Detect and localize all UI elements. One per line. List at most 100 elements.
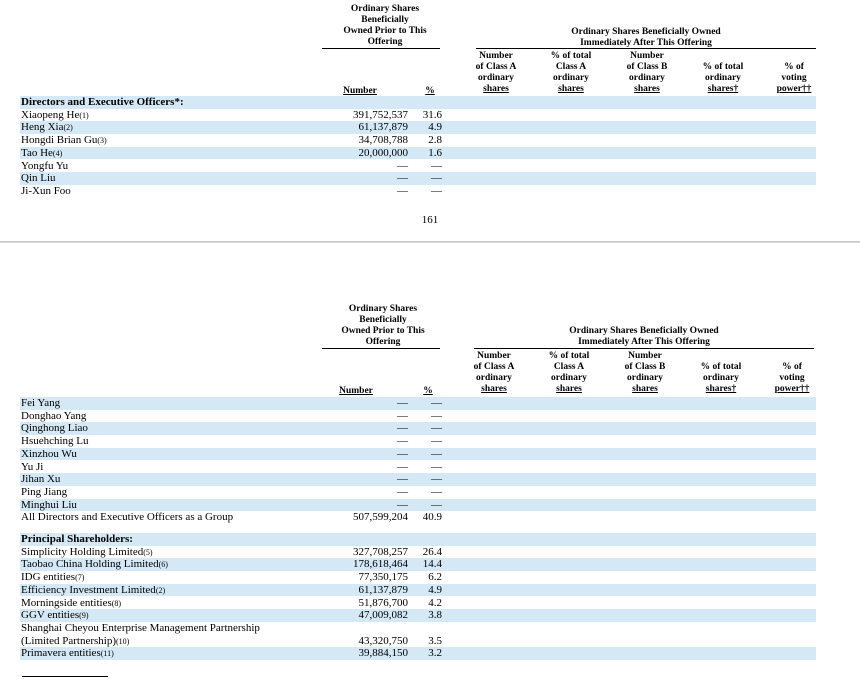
- holder-name: Principal Shareholders:: [21, 533, 133, 546]
- header-line: % of: [782, 362, 802, 372]
- holder-name: Hongdi Brian Gu(3): [21, 134, 107, 148]
- holder-name-text: Yongfu Yu: [21, 159, 69, 172]
- after-offering-header: Ordinary Shares Beneficially Owned Immed…: [476, 27, 816, 49]
- footnote-ref: (4): [52, 148, 63, 158]
- holder-name-text: Tao He: [21, 146, 53, 159]
- col-number-header: Number: [339, 386, 373, 396]
- shares-number: 507,599,204: [353, 511, 408, 524]
- shares-percent: —: [431, 184, 442, 197]
- holder-name-text: Minghui Liu: [21, 498, 77, 511]
- header-line: ordinary: [553, 73, 589, 83]
- shares-number: —: [397, 422, 408, 435]
- table-row: IDG entities(7) 77,350,175 6.2: [20, 571, 816, 584]
- shares-number: —: [397, 172, 408, 185]
- col-voting-header: % of voting power††: [768, 362, 816, 395]
- holder-name-text: Simplicity Holding Limited: [21, 545, 144, 558]
- holder-name: Yongfu Yu: [21, 160, 68, 173]
- holder-name: Fei Yang: [21, 397, 60, 410]
- shares-percent: 26.4: [422, 545, 442, 558]
- table-row: Xinzhou Wu — —: [20, 447, 816, 461]
- header-line: Owned Prior to This: [343, 26, 427, 36]
- header-line: ordinary: [629, 73, 665, 83]
- header-line: Ordinary Shares: [348, 304, 418, 314]
- table-row: Efficiency Investment Limited(2) 61,137,8…: [20, 583, 816, 597]
- table-row: Qinghong Liao — —: [20, 422, 816, 435]
- shares-number: 77,350,175: [358, 571, 409, 584]
- table-row: Heng Xia(2) 61,137,879 4.9: [20, 121, 816, 134]
- footnote-ref: (3): [97, 136, 107, 146]
- header-line: Number: [477, 351, 511, 361]
- header-line: shares: [556, 384, 582, 394]
- header-line: Ordinary Shares Beneficially Owned: [571, 27, 721, 37]
- shares-percent: —: [431, 422, 442, 435]
- header-line: Immediately After This Offering: [578, 337, 710, 347]
- shares-percent: 3.5: [428, 634, 442, 647]
- table-row: (Limited Partnership)(10) 43,320,750 3.5: [20, 635, 816, 648]
- shares-number: 61,137,879: [358, 121, 409, 134]
- holder-name: Jihan Xu: [21, 473, 60, 486]
- shares-percent: 14.4: [422, 558, 442, 571]
- section-header-row: Directors and Executive Officers*:: [20, 96, 816, 109]
- header-line: % of total: [548, 351, 590, 361]
- shares-number: 47,009,082: [358, 609, 409, 622]
- holder-name: Primavera entities(11): [21, 647, 114, 661]
- col-num-class-a-header: Number of Class A ordinary shares: [466, 351, 522, 395]
- table-row: Hsuehching Lu — —: [20, 435, 816, 448]
- shares-percent: —: [431, 498, 442, 511]
- header-line: voting: [781, 73, 807, 83]
- shares-number: 61,137,879: [358, 583, 409, 596]
- shares-percent: 1.6: [428, 146, 442, 159]
- holder-name-text: Jihan Xu: [21, 473, 61, 486]
- shares-percent: —: [431, 409, 442, 422]
- holder-name-text: Qin Liu: [21, 172, 56, 185]
- header-line: Ordinary Shares: [350, 4, 420, 14]
- holder-name: Hsuehching Lu: [21, 435, 89, 448]
- prior-offering-header: Ordinary Shares Beneficially Owned Prior…: [330, 4, 440, 48]
- footnote-ref: (6): [158, 560, 168, 570]
- table-row: Primavera entities(11) 39,884,150 3.2: [20, 647, 816, 660]
- shares-percent: —: [431, 172, 442, 185]
- holder-name-text: Principal Shareholders:: [21, 533, 133, 545]
- header-line: of Class A: [473, 362, 515, 372]
- header-line: Beneficially: [361, 15, 409, 25]
- shares-number: —: [397, 460, 408, 473]
- shares-percent: 40.9: [422, 511, 442, 524]
- footnote-ref: (2): [63, 123, 73, 133]
- shares-percent: —: [431, 473, 442, 486]
- shares-number: 391,752,537: [353, 108, 408, 121]
- col-voting-header: % of voting power††: [770, 62, 818, 95]
- holder-name-text: (Limited Partnership): [21, 634, 117, 647]
- holder-name: Xiaopeng He(1): [21, 109, 89, 123]
- shares-percent: —: [431, 460, 442, 473]
- shares-number: 20,000,000: [358, 146, 409, 159]
- header-line: ordinary: [703, 373, 739, 383]
- holder-name: Minghui Liu: [21, 499, 77, 512]
- holder-name-text: Yu Ji: [21, 460, 44, 473]
- header-line: % of total: [550, 51, 592, 61]
- table-row: Xiaopeng He(1) 391,752,537 31.6: [20, 109, 816, 122]
- holder-name-text: Efficiency Investment Limited: [21, 583, 156, 596]
- holder-name-text: Xinzhou Wu: [21, 447, 77, 460]
- shares-number: —: [397, 447, 408, 460]
- table-row: Jihan Xu — —: [20, 473, 816, 486]
- table-row: Fei Yang — —: [20, 397, 816, 410]
- holder-name: Ji-Xun Foo: [21, 185, 71, 198]
- header-line: power††: [774, 384, 810, 394]
- header-rule: [474, 348, 814, 349]
- header-line: ordinary: [627, 373, 663, 383]
- shares-percent: —: [431, 435, 442, 448]
- holder-name: Taobao China Holding Limited(6): [21, 558, 168, 572]
- header-line: Beneficially: [359, 315, 407, 325]
- holder-name-text: IDG entities: [21, 571, 76, 584]
- shares-percent: 6.2: [428, 571, 442, 584]
- holder-name-text: Hsuehching Lu: [21, 435, 89, 448]
- holder-name-text: Directors and Executive Officers*:: [21, 96, 184, 108]
- header-line: % of total: [702, 62, 744, 72]
- holder-name-text: Ping Jiang: [21, 485, 68, 498]
- col-num-class-b-header: Number of Class B ordinary shares: [617, 351, 673, 395]
- header-line: ordinary: [476, 373, 512, 383]
- col-num-class-a-header: Number of Class A ordinary shares: [468, 51, 524, 95]
- header-line: Number: [628, 351, 662, 361]
- shares-number: 43,320,750: [358, 634, 409, 647]
- holder-name: Simplicity Holding Limited(5): [21, 546, 153, 560]
